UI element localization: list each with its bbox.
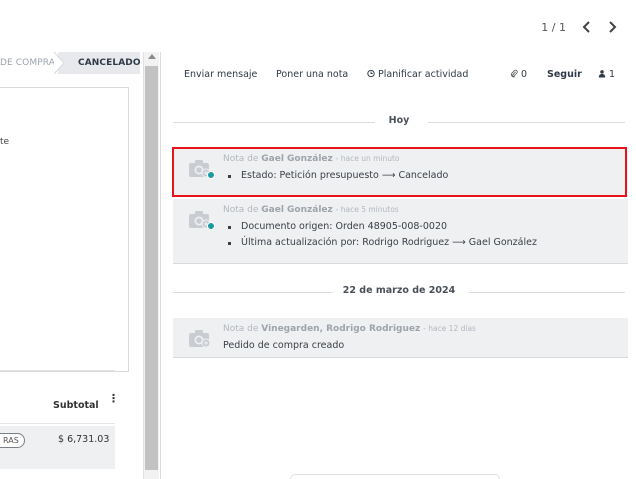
- chatter-toolbar: Enviar mensaje Poner una nota Planificar…: [161, 69, 636, 85]
- form-scrollbar[interactable]: [143, 52, 159, 479]
- chevron-left-icon[interactable]: [580, 20, 592, 34]
- record-pager: 1 / 1: [541, 20, 618, 34]
- online-status-icon: [207, 171, 215, 179]
- message-prefix: Nota de: [223, 154, 262, 164]
- paperclip-icon: [510, 69, 518, 81]
- message-body: Pedido de compra creado: [223, 340, 345, 351]
- date-separator: 22 de marzo de 2024: [173, 285, 625, 299]
- log-note-button[interactable]: Poner una nota: [276, 69, 348, 80]
- message-author[interactable]: Gael González: [261, 154, 333, 164]
- status-step-previous-label: DE COMPRA: [0, 58, 55, 68]
- date-separator-line: [469, 292, 625, 293]
- message-header: Nota de Gael González - hace un minuto: [223, 154, 400, 164]
- optional-columns-icon[interactable]: ⋮: [108, 392, 119, 405]
- lines-header-divider: [0, 423, 115, 424]
- composer-edge: [290, 474, 500, 479]
- line-badge: RAS: [0, 433, 25, 448]
- attachments-count: 0: [521, 69, 528, 80]
- date-separator-line: [428, 122, 625, 123]
- message-time: - hace 12 días: [423, 324, 476, 333]
- attachments-button[interactable]: 0: [510, 69, 527, 81]
- chatter-message[interactable]: Nota de Vinegarden, Rodrigo Rodriguez - …: [173, 318, 628, 358]
- status-step-current[interactable]: CANCELADO: [58, 52, 140, 74]
- column-header-subtotal[interactable]: Subtotal: [53, 400, 99, 411]
- message-prefix: Nota de: [223, 324, 262, 334]
- message-header: Nota de Vinegarden, Rodrigo Rodriguez - …: [223, 324, 476, 334]
- date-separator-label: 22 de marzo de 2024: [342, 285, 456, 296]
- followers-button[interactable]: 1: [598, 69, 615, 81]
- tracking-change: Estado: Petición presupuesto ⟶ Cancelado: [227, 169, 448, 185]
- followers-count: 1: [609, 69, 616, 80]
- tracking-change: Última actualización por: Rodrigo Rodrig…: [228, 236, 537, 252]
- chatter-message[interactable]: Nota de Gael González - hace un minuto E…: [173, 148, 628, 196]
- status-bar: DE COMPRA CANCELADO: [0, 52, 140, 74]
- clock-icon: [367, 69, 375, 81]
- tracking-changes-list: Documento origen: Orden 48905-008-0020 Ú…: [228, 220, 537, 252]
- pager-value[interactable]: 1 / 1: [541, 21, 566, 34]
- user-icon: [598, 69, 606, 81]
- form-field-fragment: te: [0, 137, 10, 147]
- form-sheet: [0, 87, 129, 372]
- table-row[interactable]: RAS $ 6,731.03: [0, 426, 115, 469]
- date-separator: Hoy: [173, 115, 625, 129]
- camera-icon: [187, 328, 213, 350]
- message-header: Nota de Gael González - hace 5 minutos: [223, 205, 399, 215]
- message-time: - hace 5 minutos: [335, 205, 399, 214]
- message-author[interactable]: Vinegarden, Rodrigo Rodriguez: [261, 324, 420, 334]
- date-separator-label: Hoy: [388, 115, 410, 126]
- status-separator-icon: [53, 52, 65, 74]
- lines-top-divider: [0, 370, 115, 371]
- follow-button[interactable]: Seguir: [547, 69, 582, 80]
- scroll-up-arrow-icon[interactable]: [148, 54, 156, 59]
- tracking-change: Documento origen: Orden 48905-008-0020: [228, 220, 537, 236]
- scrollbar-thumb[interactable]: [145, 66, 158, 470]
- online-status-icon: [207, 222, 215, 230]
- chevron-right-icon[interactable]: [606, 20, 618, 34]
- line-subtotal: $ 6,731.03: [58, 434, 110, 445]
- schedule-activity-button[interactable]: Planificar actividad: [367, 69, 468, 81]
- chatter-panel: Enviar mensaje Poner una nota Planificar…: [160, 52, 636, 479]
- status-step-current-label: CANCELADO: [78, 58, 141, 68]
- message-prefix: Nota de: [223, 205, 262, 215]
- message-time: - hace un minuto: [335, 154, 400, 163]
- tracking-changes-list: Estado: Petición presupuesto ⟶ Cancelado: [227, 169, 448, 185]
- chatter-message[interactable]: Nota de Gael González - hace 5 minutos D…: [173, 199, 628, 264]
- message-author[interactable]: Gael González: [261, 205, 333, 215]
- send-message-button[interactable]: Enviar mensaje: [184, 69, 257, 80]
- schedule-activity-label: Planificar actividad: [378, 69, 469, 80]
